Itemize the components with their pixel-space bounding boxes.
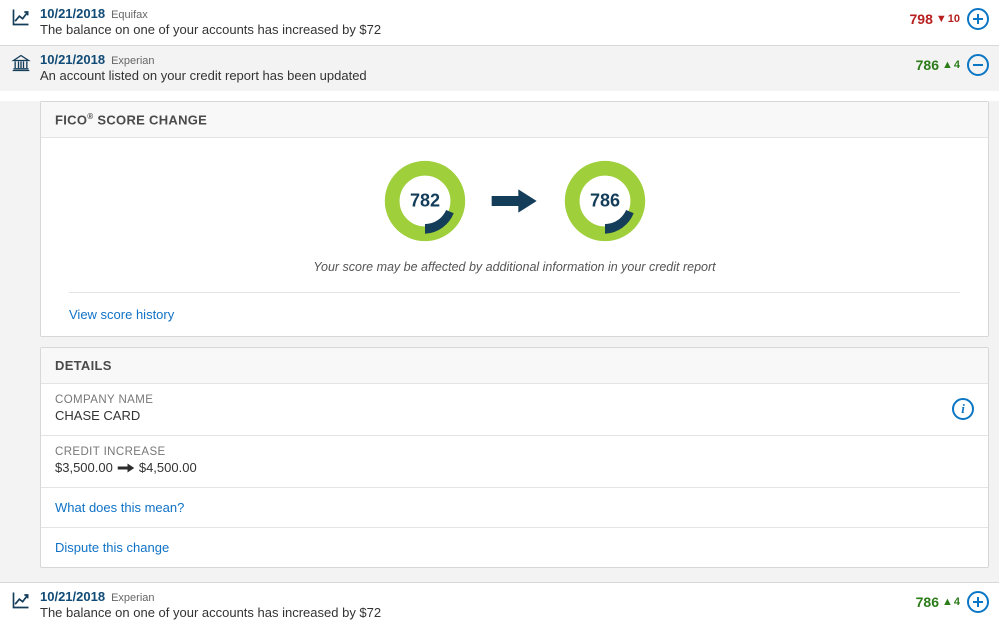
- alert-bureau: Experian: [111, 592, 154, 604]
- alert-expanded-body: FICO® SCORE CHANGE 782 786: [0, 101, 999, 583]
- collapse-button[interactable]: [967, 54, 989, 76]
- alert-description: The balance on one of your accounts has …: [40, 605, 908, 620]
- alert-main: 10/21/2018 Experian The balance on one o…: [40, 589, 908, 620]
- alert-date: 10/21/2018: [40, 52, 105, 67]
- details-card: DETAILS COMPANY NAME CHASE CARD i CREDIT…: [40, 347, 989, 568]
- score-change-title: FICO® SCORE CHANGE: [41, 102, 988, 138]
- score-delta: ▼ 10: [936, 13, 960, 25]
- arrow-down-icon: ▼: [936, 14, 947, 25]
- score-value: 798: [910, 11, 933, 27]
- alert-description: The balance on one of your accounts has …: [40, 22, 902, 37]
- alert-row[interactable]: 10/21/2018 Experian An account listed on…: [0, 46, 999, 91]
- alert-date: 10/21/2018: [40, 6, 105, 21]
- view-score-history-link[interactable]: View score history: [69, 307, 174, 322]
- arrow-up-icon: ▲: [942, 597, 953, 608]
- alert-bureau: Equifax: [111, 9, 148, 21]
- score-delta: ▲ 4: [942, 596, 960, 608]
- company-name-block: COMPANY NAME CHASE CARD i: [41, 384, 988, 436]
- score-value: 786: [916, 594, 939, 610]
- gauge-to: 786: [564, 160, 646, 242]
- credit-increase-block: CREDIT INCREASE $3,500.00 $4,500.00: [41, 436, 988, 488]
- alert-row[interactable]: 10/21/2018 Experian The balance on one o…: [0, 583, 999, 628]
- alert-date: 10/21/2018: [40, 589, 105, 604]
- company-name-label: COMPANY NAME: [55, 394, 974, 406]
- arrow-up-icon: ▲: [942, 60, 953, 71]
- company-name-value: CHASE CARD: [55, 408, 974, 423]
- details-title: DETAILS: [41, 348, 988, 384]
- expand-button[interactable]: [967, 591, 989, 613]
- score-value: 786: [916, 57, 939, 73]
- gauge-from: 782: [384, 160, 466, 242]
- score-change-note: Your score may be affected by additional…: [313, 260, 715, 274]
- expand-button[interactable]: [967, 8, 989, 30]
- score-delta: ▲ 4: [942, 59, 960, 71]
- chart-up-icon: [10, 589, 32, 611]
- arrow-right-icon: [117, 462, 135, 474]
- alert-main: 10/21/2018 Experian An account listed on…: [40, 52, 908, 83]
- svg-text:786: 786: [589, 191, 619, 211]
- alert-score-group: 798 ▼ 10: [910, 8, 990, 30]
- what-does-this-mean-link[interactable]: What does this mean?: [55, 500, 184, 515]
- credit-to: $4,500.00: [139, 460, 197, 475]
- alert-score-group: 786 ▲ 4: [916, 591, 989, 613]
- institution-icon: [10, 52, 32, 74]
- credit-from: $3,500.00: [55, 460, 113, 475]
- alert-row[interactable]: 10/21/2018 Equifax The balance on one of…: [0, 0, 999, 46]
- score-gauges: 782 786: [384, 160, 646, 242]
- alert-bureau: Experian: [111, 55, 154, 67]
- dispute-change-link[interactable]: Dispute this change: [55, 540, 169, 555]
- alert-score-group: 786 ▲ 4: [916, 54, 989, 76]
- alert-main: 10/21/2018 Equifax The balance on one of…: [40, 6, 902, 37]
- credit-increase-label: CREDIT INCREASE: [55, 446, 974, 458]
- chart-up-icon: [10, 6, 32, 28]
- arrow-right-icon: [490, 186, 540, 216]
- alert-description: An account listed on your credit report …: [40, 68, 908, 83]
- svg-text:782: 782: [409, 191, 439, 211]
- score-change-card: FICO® SCORE CHANGE 782 786: [40, 101, 989, 337]
